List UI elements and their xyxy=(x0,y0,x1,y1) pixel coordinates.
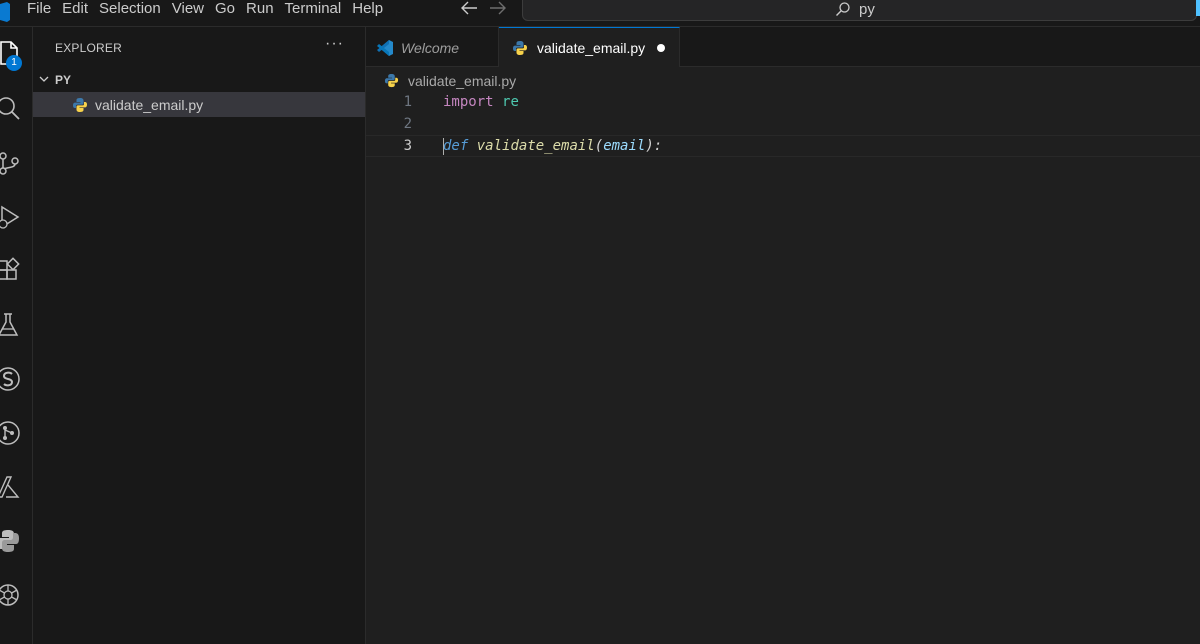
menu-bar: File Edit Selection View Go Run Terminal… xyxy=(22,0,389,20)
layout-control-icon[interactable] xyxy=(1196,0,1200,16)
vscode-icon xyxy=(377,40,393,56)
code-line[interactable]: 2 xyxy=(366,113,1200,135)
python-file-icon xyxy=(73,98,87,112)
vscode-logo-icon xyxy=(0,2,10,22)
menu-help[interactable]: Help xyxy=(347,0,388,20)
code-line[interactable]: 1 import re xyxy=(366,91,1200,113)
tab-label: Welcome xyxy=(401,40,460,56)
command-center-text: py xyxy=(859,1,875,18)
chevron-down-icon xyxy=(39,76,49,82)
editor-area: Welcome validate_email.py validate_email… xyxy=(366,27,1200,644)
token-punctuation: ( xyxy=(594,138,604,154)
arrow-right-icon[interactable] xyxy=(489,0,507,16)
arrow-left-icon[interactable] xyxy=(460,0,478,16)
menu-run[interactable]: Run xyxy=(241,0,279,20)
token-keyword: def xyxy=(443,138,469,154)
snippets-icon[interactable] xyxy=(0,365,22,393)
menu-go[interactable]: Go xyxy=(210,0,240,20)
python-file-icon xyxy=(384,73,399,88)
extensions-icon[interactable] xyxy=(0,257,22,285)
line-number: 3 xyxy=(403,138,412,154)
menu-terminal[interactable]: Terminal xyxy=(280,0,347,20)
tab-bar: Welcome validate_email.py xyxy=(366,27,1200,67)
command-center-search[interactable]: py xyxy=(522,0,1197,21)
menu-view[interactable]: View xyxy=(167,0,209,20)
openai-icon[interactable] xyxy=(0,581,22,609)
tab-label: validate_email.py xyxy=(537,40,646,56)
more-actions-button[interactable]: ··· xyxy=(325,36,349,55)
breadcrumb-file: validate_email.py xyxy=(408,73,517,89)
run-debug-icon[interactable] xyxy=(0,203,22,231)
azure-icon[interactable] xyxy=(0,473,22,501)
source-control-icon[interactable] xyxy=(0,149,22,177)
token-parameter: email xyxy=(603,138,646,154)
unsaved-dot-icon[interactable] xyxy=(657,44,665,52)
line-text: import re xyxy=(443,91,519,113)
line-number: 1 xyxy=(403,94,412,110)
code-editor[interactable]: 1 import re 2 3 def validate_email(email… xyxy=(366,91,1200,157)
folder-row[interactable]: PY xyxy=(33,70,365,90)
testing-icon[interactable] xyxy=(0,311,22,339)
file-item[interactable]: validate_email.py xyxy=(33,92,365,117)
line-number: 2 xyxy=(403,116,412,132)
token-punctuation: ): xyxy=(645,138,663,154)
sidebar-title: EXPLORER xyxy=(55,41,122,55)
title-bar: File Edit Selection View Go Run Terminal… xyxy=(0,0,1200,27)
python-file-icon xyxy=(513,41,527,55)
file-label: validate_email.py xyxy=(95,97,204,113)
tab-validate-email[interactable]: validate_email.py xyxy=(499,27,680,67)
code-line-current[interactable]: 3 def validate_email(email): xyxy=(366,135,1200,157)
token-module: re xyxy=(502,94,519,110)
explorer-badge: 1 xyxy=(6,55,22,71)
menu-edit[interactable]: Edit xyxy=(57,0,93,20)
menu-file[interactable]: File xyxy=(22,0,56,20)
python-icon[interactable] xyxy=(0,527,22,555)
line-text: def validate_email(email): xyxy=(443,136,662,156)
git-graph-icon[interactable] xyxy=(0,419,22,447)
search-icon[interactable] xyxy=(0,95,22,123)
token-function: validate_email xyxy=(476,138,595,154)
folder-label: PY xyxy=(55,73,72,87)
search-icon xyxy=(836,2,850,16)
token-keyword: import xyxy=(443,94,494,110)
tab-welcome[interactable]: Welcome xyxy=(366,27,499,66)
explorer-sidebar: EXPLORER ··· PY validate_email.py xyxy=(33,27,366,644)
menu-selection[interactable]: Selection xyxy=(94,0,166,20)
activity-bar: 1 xyxy=(0,27,33,644)
